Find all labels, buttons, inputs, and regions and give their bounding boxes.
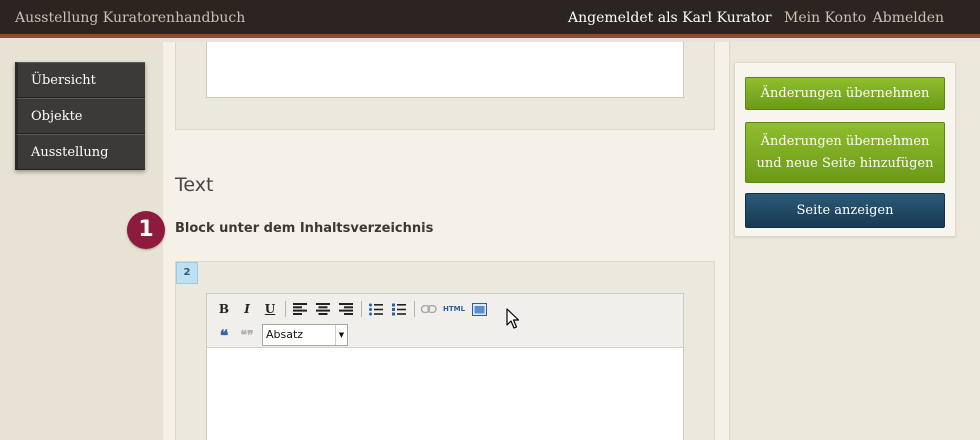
nav-item-exhibition[interactable]: Ausstellung [15,134,145,170]
rich-text-editor: B I U HTML ❝ ❝❞ Absatz ▼ [206,293,684,440]
mouse-pointer-icon [506,308,520,329]
link-icon[interactable] [419,300,439,318]
lower-content-block: 2 B I U HTML ❝ ❝❞ Absatz ▼ [175,261,715,440]
html-source-button[interactable]: HTML [442,300,466,318]
side-navigation: Übersicht Objekte Ausstellung [15,62,145,170]
toolbar-separator [285,301,286,317]
app-title[interactable]: Ausstellung Kuratorenhandbuch [15,10,245,26]
section-title: Text [175,174,214,196]
italic-button[interactable]: I [237,300,257,318]
bold-button[interactable]: B [214,300,234,318]
align-right-icon[interactable] [336,300,356,318]
align-left-icon[interactable] [290,300,310,318]
account-link[interactable]: Mein Konto [784,10,866,26]
toolbar-separator [361,301,362,317]
chevron-down-icon: ▼ [335,325,347,345]
format-select[interactable]: Absatz ▼ [262,324,348,346]
block-label: Block unter dem Inhaltsverzeichnis [175,221,434,236]
user-area: Angemeldet als Karl Kurator Mein Konto A… [568,10,944,26]
save-and-add-line2: und neue Seite hinzufügen [756,156,934,171]
bullet-list-icon[interactable] [366,300,386,318]
logout-link[interactable]: Abmelden [873,10,944,26]
nav-item-overview[interactable]: Übersicht [15,62,145,98]
upper-content-block [175,42,715,130]
top-bar: Ausstellung Kuratorenhandbuch Angemeldet… [0,0,980,38]
block-number: 2 [176,262,198,284]
align-center-icon[interactable] [313,300,333,318]
underline-button[interactable]: U [260,300,280,318]
nav-item-objects[interactable]: Objekte [15,98,145,134]
toolbar-separator [414,301,415,317]
fullscreen-icon[interactable] [469,300,489,318]
numbered-list-icon[interactable] [389,300,409,318]
remove-blockquote-icon[interactable]: ❝❞ [237,326,257,344]
save-and-add-line1: Änderungen übernehmen [760,134,930,149]
blockquote-icon[interactable]: ❝ [214,326,234,345]
save-and-add-page-button[interactable]: Änderungen übernehmen und neue Seite hin… [745,122,945,183]
action-panel: Änderungen übernehmen Änderungen überneh… [734,62,956,237]
save-changes-button[interactable]: Änderungen übernehmen [745,77,945,110]
editor-body[interactable] [207,348,683,440]
view-page-button[interactable]: Seite anzeigen [745,193,945,228]
upper-editor-area[interactable] [206,42,684,98]
format-select-value: Absatz [266,328,304,341]
step-badge: 1 [127,211,165,249]
editor-toolbar: B I U HTML ❝ ❝❞ Absatz ▼ [207,294,683,348]
logged-in-label: Angemeldet als Karl Kurator [567,10,772,26]
